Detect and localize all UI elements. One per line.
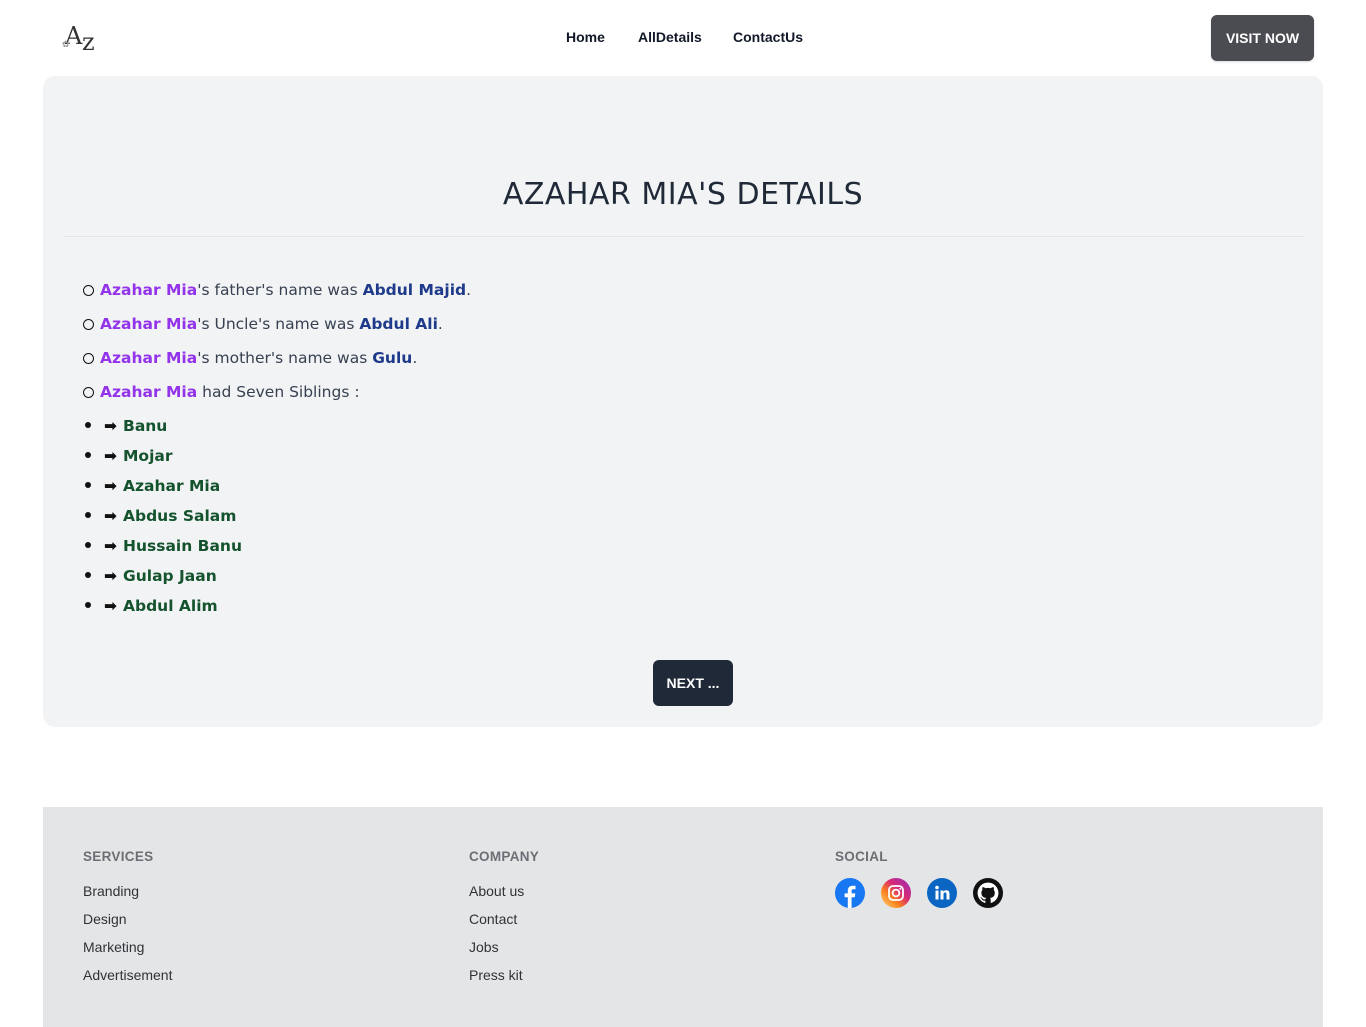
sibling-item: ➡ Abdus Salam <box>85 505 242 535</box>
fact-item: Azahar Mia's Uncle's name was Abdul Ali. <box>83 313 471 347</box>
nav-alldetails-link[interactable]: AllDetails <box>638 29 702 45</box>
circle-bullet-icon <box>83 319 94 330</box>
footer-link-about[interactable]: About us <box>469 883 539 911</box>
siblings-list: ➡ Banu ➡ Mojar ➡ Azahar Mia ➡ Abdus Salam ➡ H… <box>85 415 242 625</box>
instagram-icon[interactable] <box>881 878 911 908</box>
page-title: AZAHAR MIA'S DETAILS <box>502 177 864 212</box>
arrow-right-icon: ➡ <box>104 507 117 525</box>
footer-link-branding[interactable]: Branding <box>83 883 172 911</box>
sibling-item: ➡ Mojar <box>85 445 242 475</box>
circle-bullet-icon <box>83 353 94 364</box>
facebook-icon[interactable] <box>835 878 865 908</box>
site-logo[interactable]: A z ✿ <box>62 22 102 56</box>
sibling-item: ➡ Hussain Banu <box>85 535 242 565</box>
details-card: AZAHAR MIA'S DETAILS Azahar Mia's father… <box>43 76 1323 727</box>
arrow-right-icon: ➡ <box>104 567 117 585</box>
footer-link-marketing[interactable]: Marketing <box>83 939 172 967</box>
nav-home-link[interactable]: Home <box>566 29 605 45</box>
sibling-item: ➡ Azahar Mia <box>85 475 242 505</box>
sibling-item: ➡ Gulap Jaan <box>85 565 242 595</box>
footer-link-presskit[interactable]: Press kit <box>469 967 539 995</box>
footer-social-column: SOCIAL <box>835 849 1003 908</box>
visit-now-button[interactable]: VISIT NOW <box>1211 15 1314 61</box>
fact-item: Azahar Mia's father's name was Abdul Maj… <box>83 279 471 313</box>
circle-bullet-icon <box>83 387 94 398</box>
sibling-item: ➡ Banu <box>85 415 242 445</box>
footer-link-jobs[interactable]: Jobs <box>469 939 539 967</box>
arrow-right-icon: ➡ <box>104 537 117 555</box>
footer-heading-social: SOCIAL <box>835 849 888 864</box>
fact-item: Azahar Mia had Seven Siblings : <box>83 381 471 415</box>
next-button[interactable]: NEXT ... <box>653 660 733 706</box>
social-icons <box>835 878 1003 908</box>
footer-link-advertisement[interactable]: Advertisement <box>83 967 172 995</box>
circle-bullet-icon <box>83 285 94 296</box>
site-header: A z ✿ Home AllDetails ContactUs VISIT NO… <box>0 0 1366 76</box>
linkedin-icon[interactable] <box>927 878 957 908</box>
footer-heading-company: COMPANY <box>469 849 540 864</box>
arrow-right-icon: ➡ <box>104 447 117 465</box>
arrow-right-icon: ➡ <box>104 597 117 615</box>
footer-heading-services: SERVICES <box>83 849 154 864</box>
site-footer: SERVICES Branding Design Marketing Adver… <box>43 807 1323 1027</box>
github-icon[interactable] <box>973 878 1003 908</box>
fact-item: Azahar Mia's mother's name was Gulu. <box>83 347 471 381</box>
footer-company-column: COMPANY About us Contact Jobs Press kit <box>469 849 539 995</box>
footer-link-contact[interactable]: Contact <box>469 911 539 939</box>
facts-list: Azahar Mia's father's name was Abdul Maj… <box>83 279 471 415</box>
arrow-right-icon: ➡ <box>104 477 117 495</box>
nav-contactus-link[interactable]: ContactUs <box>733 29 803 45</box>
footer-services-column: SERVICES Branding Design Marketing Adver… <box>83 849 172 995</box>
sibling-item: ➡ Abdul Alim <box>85 595 242 625</box>
divider <box>64 236 1304 237</box>
arrow-right-icon: ➡ <box>104 417 117 435</box>
footer-link-design[interactable]: Design <box>83 911 172 939</box>
